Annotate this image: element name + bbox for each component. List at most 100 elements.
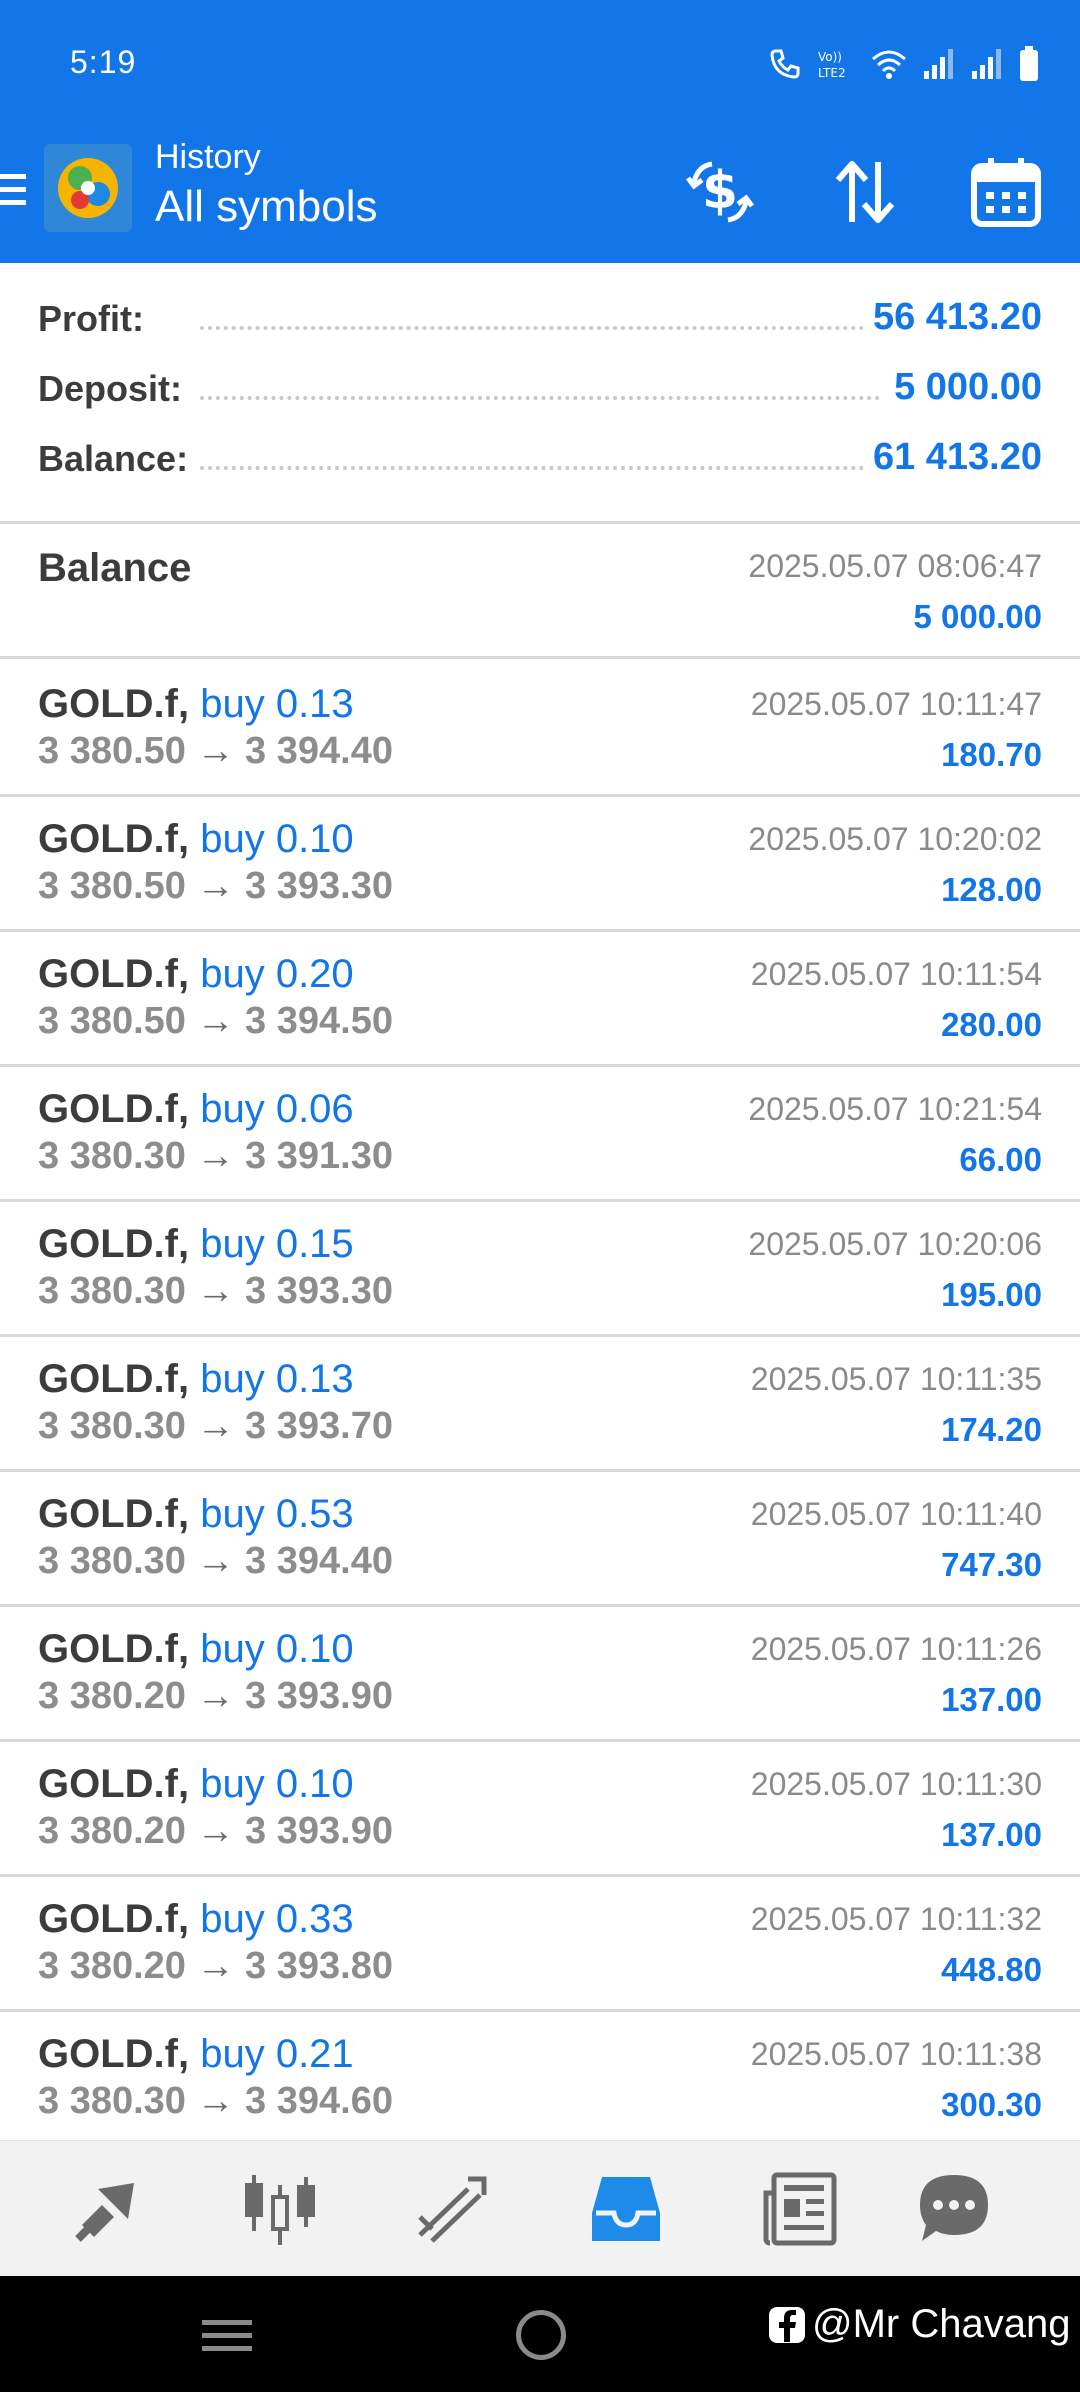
deal-title: GOLD.f, buy 0.15 xyxy=(38,1222,354,1267)
deal-profit: 180.70 xyxy=(941,736,1042,773)
menu-icon[interactable] xyxy=(0,168,30,212)
deal-row[interactable]: GOLD.f, buy 0.06 3 380.30 → 3 391.30 202… xyxy=(0,1067,1080,1202)
deal-close-price: 3 391.30 xyxy=(245,1135,393,1177)
profit-toggle-icon[interactable]: $ xyxy=(680,152,760,232)
dotted-leader xyxy=(200,326,880,330)
deal-row[interactable]: GOLD.f, buy 0.21 3 380.30 → 3 394.60 202… xyxy=(0,2012,1080,2147)
deal-time: 2025.05.07 10:20:06 xyxy=(748,1226,1042,1262)
bottom-nav xyxy=(0,2140,1080,2276)
dotted-leader xyxy=(200,466,880,470)
deal-title: GOLD.f, buy 0.10 xyxy=(38,1627,354,1672)
arrow-right-icon: → xyxy=(196,1000,235,1042)
deal-symbol: GOLD.f, xyxy=(38,1357,190,1401)
deal-title: GOLD.f, buy 0.13 xyxy=(38,1357,354,1402)
balance-entry-title: Balance xyxy=(38,546,192,590)
status-time: 5:19 xyxy=(70,44,137,80)
summary-panel: Profit: 56 413.20 Deposit: 5 000.00 Bala… xyxy=(0,290,1080,500)
deal-open-price: 3 380.30 xyxy=(38,1540,186,1582)
header-subtitle: History xyxy=(155,138,261,176)
chart-icon[interactable] xyxy=(240,2169,320,2249)
deal-side: buy 0.15 xyxy=(200,1222,354,1266)
deal-symbol: GOLD.f, xyxy=(38,952,190,996)
deal-title: GOLD.f, buy 0.06 xyxy=(38,1087,354,1132)
deal-row[interactable]: GOLD.f, buy 0.10 3 380.50 → 3 393.30 202… xyxy=(0,797,1080,932)
arrow-right-icon: → xyxy=(196,730,235,772)
deal-prices: 3 380.50 → 3 393.30 xyxy=(38,865,393,908)
summary-deposit-row: Deposit: 5 000.00 xyxy=(0,360,1080,430)
trade-icon[interactable] xyxy=(412,2169,492,2249)
summary-label: Profit: xyxy=(38,298,154,340)
deal-title: GOLD.f, buy 0.33 xyxy=(38,1897,354,1942)
deal-row[interactable]: GOLD.f, buy 0.10 3 380.20 → 3 393.90 202… xyxy=(0,1607,1080,1742)
quotes-icon[interactable] xyxy=(68,2169,148,2249)
deal-symbol: GOLD.f, xyxy=(38,1492,190,1536)
deal-prices: 3 380.20 → 3 393.90 xyxy=(38,1810,393,1853)
deal-title: GOLD.f, buy 0.10 xyxy=(38,817,354,862)
deal-prices: 3 380.30 → 3 393.70 xyxy=(38,1405,393,1448)
deal-row[interactable]: GOLD.f, buy 0.10 3 380.20 → 3 393.90 202… xyxy=(0,1742,1080,1877)
deal-prices: 3 380.30 → 3 391.30 xyxy=(38,1135,393,1178)
deal-time: 2025.05.07 10:11:47 xyxy=(750,686,1042,722)
deal-row[interactable]: GOLD.f, buy 0.53 3 380.30 → 3 394.40 202… xyxy=(0,1472,1080,1607)
summary-value: 61 413.20 xyxy=(862,436,1042,479)
svg-text:LTE2: LTE2 xyxy=(818,66,846,80)
deal-symbol: GOLD.f, xyxy=(38,2032,190,2076)
deal-row[interactable]: GOLD.f, buy 0.15 3 380.30 → 3 393.30 202… xyxy=(0,1202,1080,1337)
deal-close-price: 3 394.40 xyxy=(245,730,393,772)
recents-icon[interactable] xyxy=(200,2316,256,2356)
home-icon[interactable] xyxy=(516,2310,566,2360)
history-icon[interactable] xyxy=(586,2169,666,2249)
deal-side: buy 0.53 xyxy=(200,1492,354,1536)
calendar-icon[interactable] xyxy=(966,152,1046,232)
deal-time: 2025.05.07 10:11:26 xyxy=(750,1631,1042,1667)
deal-side: buy 0.33 xyxy=(200,1897,354,1941)
deal-title: GOLD.f, buy 0.13 xyxy=(38,682,354,727)
deal-time: 2025.05.07 10:20:02 xyxy=(748,821,1042,857)
summary-profit-row: Profit: 56 413.20 xyxy=(0,290,1080,360)
deal-row[interactable]: GOLD.f, buy 0.13 3 380.50 → 3 394.40 202… xyxy=(0,662,1080,797)
arrow-right-icon: → xyxy=(196,1810,235,1852)
arrow-right-icon: → xyxy=(196,865,235,907)
deal-title: GOLD.f, buy 0.10 xyxy=(38,1762,354,1807)
deal-time: 2025.05.07 10:11:40 xyxy=(750,1496,1042,1532)
sort-icon[interactable] xyxy=(824,152,904,232)
svg-text:$: $ xyxy=(702,161,738,221)
deal-open-price: 3 380.50 xyxy=(38,865,186,907)
chat-icon[interactable] xyxy=(914,2169,994,2249)
deal-close-price: 3 393.30 xyxy=(245,1270,393,1312)
deal-symbol: GOLD.f, xyxy=(38,1627,190,1671)
deal-open-price: 3 380.20 xyxy=(38,1675,186,1717)
status-bar: 5:19 Vo)) LTE2 xyxy=(0,0,1080,128)
deal-profit: 280.00 xyxy=(941,1006,1042,1043)
deal-row[interactable]: GOLD.f, buy 0.20 3 380.50 → 3 394.50 202… xyxy=(0,932,1080,1067)
deal-open-price: 3 380.30 xyxy=(38,1135,186,1177)
deal-profit: 66.00 xyxy=(959,1141,1042,1178)
arrow-right-icon: → xyxy=(196,1675,235,1717)
deal-profit: 747.30 xyxy=(941,1546,1042,1583)
news-icon[interactable] xyxy=(760,2169,840,2249)
deal-open-price: 3 380.20 xyxy=(38,1810,186,1852)
deal-profit: 174.20 xyxy=(941,1411,1042,1448)
deal-side: buy 0.10 xyxy=(200,817,354,861)
deal-prices: 3 380.20 → 3 393.80 xyxy=(38,1945,393,1988)
deal-side: buy 0.21 xyxy=(200,2032,354,2076)
deal-open-price: 3 380.30 xyxy=(38,1405,186,1447)
deal-time: 2025.05.07 10:11:30 xyxy=(750,1766,1042,1802)
deal-symbol: GOLD.f, xyxy=(38,817,190,861)
summary-label: Deposit: xyxy=(38,368,192,410)
watermark: @Mr Chavang xyxy=(768,2302,1070,2347)
header-title[interactable]: All symbols xyxy=(155,182,378,232)
deal-open-price: 3 380.50 xyxy=(38,1000,186,1042)
arrow-right-icon: → xyxy=(196,1945,235,1987)
deal-row[interactable]: GOLD.f, buy 0.33 3 380.20 → 3 393.80 202… xyxy=(0,1877,1080,2012)
deal-title: GOLD.f, buy 0.21 xyxy=(38,2032,354,2077)
balance-entry-time: 2025.05.07 08:06:47 xyxy=(748,548,1042,584)
deal-close-price: 3 393.80 xyxy=(245,1945,393,1987)
deal-row[interactable]: GOLD.f, buy 0.13 3 380.30 → 3 393.70 202… xyxy=(0,1337,1080,1472)
balance-entry[interactable]: Balance 2025.05.07 08:06:47 5 000.00 xyxy=(0,524,1080,659)
deal-profit: 137.00 xyxy=(941,1816,1042,1853)
summary-value: 5 000.00 xyxy=(884,366,1042,409)
deal-prices: 3 380.30 → 3 394.40 xyxy=(38,1540,393,1583)
deal-open-price: 3 380.30 xyxy=(38,1270,186,1312)
deal-open-price: 3 380.30 xyxy=(38,2080,186,2122)
